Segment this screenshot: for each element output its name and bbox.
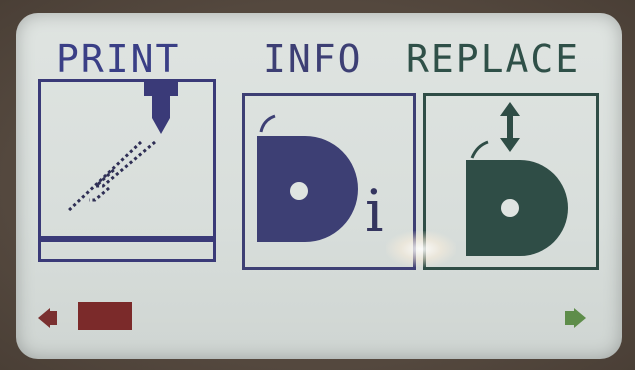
tab-replace-label: REPLACE xyxy=(406,37,581,81)
filament-info-icon xyxy=(257,114,358,242)
arrow-right-stem xyxy=(565,311,574,325)
menu-tile-print[interactable] xyxy=(38,79,216,262)
filament-replace-icon xyxy=(466,102,568,256)
page-indicator xyxy=(78,302,132,330)
arrow-left-stem xyxy=(49,311,57,325)
tab-info-label: INFO xyxy=(263,37,363,81)
menu-tile-info[interactable]: i xyxy=(242,93,416,270)
arrow-right-icon[interactable] xyxy=(574,308,586,328)
lcd-screen: PRINT INFO REPLACE i xyxy=(16,13,622,359)
print-nozzle-icon xyxy=(41,82,213,244)
tab-print-label: PRINT xyxy=(56,37,181,81)
info-glyph: i xyxy=(365,177,384,245)
menu-tile-replace[interactable] xyxy=(423,93,599,270)
